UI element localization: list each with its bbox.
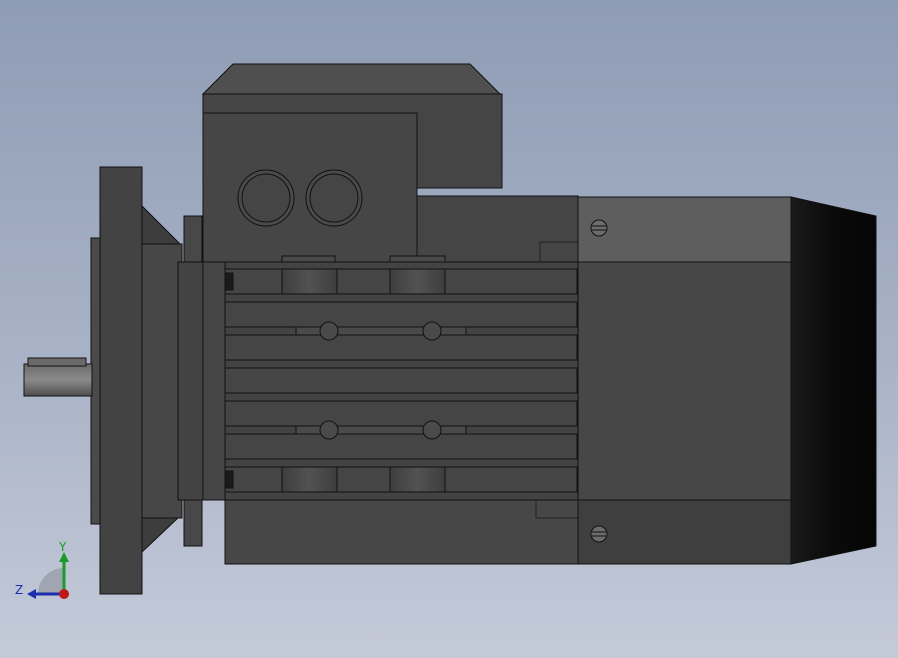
- y-axis-label: Y: [58, 540, 67, 554]
- axis-triad: Y Z: [15, 540, 69, 599]
- cad-viewport[interactable]: Y Z: [0, 0, 898, 658]
- z-axis-label: Z: [15, 583, 23, 597]
- origin-dot: [59, 589, 69, 599]
